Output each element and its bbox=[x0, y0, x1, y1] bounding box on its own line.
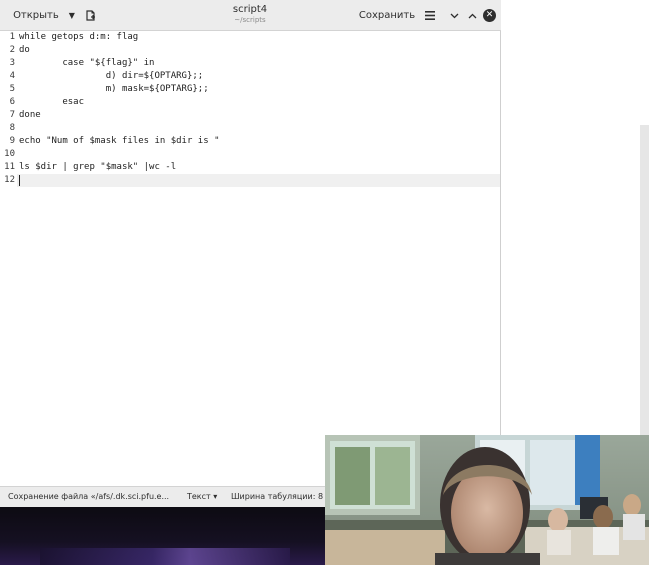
close-icon: ✕ bbox=[485, 10, 494, 20]
close-button[interactable]: ✕ bbox=[483, 9, 496, 22]
text-cursor bbox=[19, 175, 20, 186]
line-number: 6 bbox=[9, 97, 15, 107]
current-line-highlight bbox=[17, 174, 500, 187]
desktop-wallpaper-glow bbox=[40, 548, 290, 565]
webcam-video-image bbox=[325, 435, 649, 565]
language-selector[interactable]: Текст ▾ bbox=[187, 492, 217, 501]
code-line[interactable]: case "${flag}" in bbox=[19, 57, 154, 70]
status-message: Сохранение файла «/afs/.dk.sci.pfu.e... bbox=[8, 492, 170, 501]
header-bar: Открыть ▼ script4 ~/scripts Сохранить ✕ bbox=[0, 0, 501, 31]
save-button[interactable]: Сохранить bbox=[358, 5, 416, 26]
code-line[interactable]: esac bbox=[19, 96, 84, 109]
code-line[interactable]: do bbox=[19, 44, 30, 57]
caret-down-icon[interactable]: ▼ bbox=[69, 11, 75, 20]
minimize-icon bbox=[450, 13, 458, 18]
code-line[interactable]: m) mask=${OPTARG};; bbox=[19, 83, 209, 96]
minimize-button[interactable] bbox=[446, 5, 462, 26]
line-number: 9 bbox=[9, 136, 15, 146]
document-title: script4 bbox=[232, 4, 268, 15]
text-editor-window: Открыть ▼ script4 ~/scripts Сохранить ✕ … bbox=[0, 0, 501, 507]
line-number: 5 bbox=[9, 84, 15, 94]
new-document-button[interactable] bbox=[82, 5, 100, 26]
hamburger-menu-icon bbox=[425, 11, 435, 20]
line-number: 12 bbox=[4, 175, 15, 185]
background-scrollbar bbox=[640, 125, 649, 435]
line-number: 7 bbox=[9, 110, 15, 120]
code-line[interactable]: ls $dir | grep "$mask" |wc -l bbox=[19, 161, 176, 174]
language-label: Текст bbox=[187, 492, 211, 501]
maximize-icon bbox=[468, 13, 476, 18]
new-document-icon bbox=[86, 10, 95, 21]
line-number: 2 bbox=[9, 45, 15, 55]
title-block: script4 ~/scripts bbox=[200, 4, 300, 25]
code-line[interactable]: while getops d:m: flag bbox=[19, 31, 138, 44]
webcam-overlay bbox=[325, 435, 649, 565]
code-line[interactable]: echo "Num of $mask files in $dir is " bbox=[19, 135, 219, 148]
line-number: 4 bbox=[9, 71, 15, 81]
line-number: 1 bbox=[9, 32, 15, 42]
line-number: 10 bbox=[4, 149, 15, 159]
line-number: 3 bbox=[9, 58, 15, 68]
open-button-label: Открыть bbox=[13, 10, 59, 21]
code-line[interactable]: done bbox=[19, 109, 41, 122]
code-text-area[interactable]: while getops d:m: flag do case "${flag}"… bbox=[17, 31, 500, 486]
background-window bbox=[500, 0, 649, 435]
hamburger-menu-button[interactable] bbox=[421, 5, 439, 26]
open-button[interactable]: Открыть ▼ bbox=[4, 5, 84, 26]
caret-down-icon: ▾ bbox=[213, 492, 218, 501]
line-number-gutter: 1 2 3 4 5 6 7 8 9 10 11 12 bbox=[0, 31, 17, 486]
code-line[interactable]: d) dir=${OPTARG};; bbox=[19, 70, 204, 83]
line-number: 8 bbox=[9, 123, 15, 133]
tab-width-selector[interactable]: Ширина табуляции: 8 bbox=[231, 492, 323, 501]
document-path: ~/scripts bbox=[234, 16, 266, 24]
maximize-button[interactable] bbox=[464, 5, 480, 26]
line-number: 11 bbox=[4, 162, 15, 172]
